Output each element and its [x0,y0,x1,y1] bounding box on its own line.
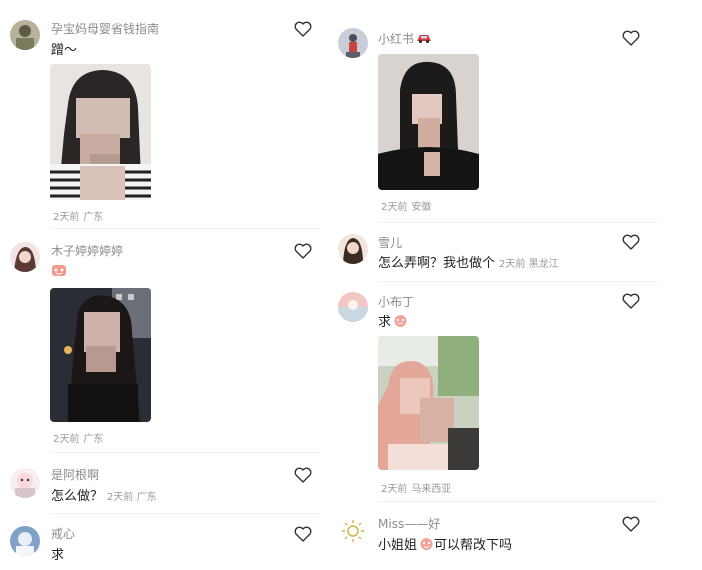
avatar[interactable] [338,234,368,264]
comment-divider [378,222,658,223]
comment-time: 2天前 [53,212,80,223]
comment-meta: 2天前 广东 [107,492,157,503]
right-comment-column: 小红书 2天前 安徽 雪儿 怎么弄啊？我也做个 2天前 黑龙江 小布丁 求 2天… [331,0,702,570]
comment-text: 怎么做？ [51,489,104,504]
avatar[interactable] [10,20,40,50]
avatar[interactable] [338,292,368,322]
comment-item: 戒心 求 [0,520,330,570]
heart-outline-icon[interactable] [294,526,312,542]
heart-outline-icon[interactable] [622,30,640,46]
left-comment-column: 孕宝妈母婴省钱指南 蹭～ 2天前 广东 木子婷婷婷婷 2天前 广东 是阿根啊 怎… [0,0,330,570]
avatar[interactable] [10,242,40,272]
comment-time: 2天前 [381,484,408,495]
avatar[interactable] [10,468,40,498]
comment-meta: 2天前 广东 [53,208,103,223]
comment-username[interactable]: 是阿根啊 [51,466,99,483]
comment-time: 2天前 [53,434,80,445]
comment-divider [50,452,320,453]
heart-outline-icon[interactable] [294,21,312,37]
comment-location: 广东 [136,492,157,503]
comment-divider [50,228,320,229]
comment-text: 蹭～ [51,43,78,58]
comment-time: 2天前 [107,492,134,503]
comment-location: 马来西亚 [411,484,452,495]
comment-username[interactable]: 戒心 [51,525,75,542]
comment-meta: 2天前 黑龙江 [499,259,559,270]
heart-outline-icon[interactable] [622,234,640,250]
comment-item: 孕宝妈母婴省钱指南 蹭～ 2天前 广东 [0,0,330,225]
comment-photo[interactable] [50,64,151,200]
avatar[interactable] [338,516,368,546]
comment-item: Miss——好 小姐姐 可以帮改下吗 [331,510,702,570]
heart-outline-icon[interactable] [622,516,640,532]
heart-outline-icon[interactable] [294,243,312,259]
comment-username[interactable]: Miss——好 [378,515,440,532]
car-emoji-icon [416,32,432,47]
comment-text-row: 小姐姐 可以帮改下吗 [378,534,512,555]
comment-meta: 2天前 安徽 [381,198,431,213]
comment-photo[interactable] [50,288,151,422]
comment-text-row: 怎么弄啊？我也做个 2天前 黑龙江 [378,252,559,271]
comment-text-suffix: 可以帮改下吗 [434,538,513,553]
avatar[interactable] [338,28,368,58]
comment-text-row: 求 [378,311,408,332]
comment-time: 2天前 [499,259,526,270]
comment-username[interactable]: 小红书 [378,30,432,47]
comment-item: 小布丁 求 2天前 马来西亚 [331,288,702,498]
sticker-emoji-icon [51,262,67,281]
comment-item: 雪儿 怎么弄啊？我也做个 2天前 黑龙江 [331,230,702,280]
comment-divider [378,501,658,502]
comment-item: 是阿根啊 怎么做？ 2天前 广东 [0,462,330,512]
comment-meta: 2天前 广东 [53,430,103,445]
comment-location: 黑龙江 [528,259,559,270]
comment-photo[interactable] [378,54,479,190]
comment-username[interactable]: 木子婷婷婷婷 [51,242,123,259]
comment-location: 安徽 [411,202,432,213]
comment-text: 怎么弄啊？我也做个 [378,256,496,271]
comment-text: 求 [51,548,65,563]
blush-emoji-icon [419,537,434,555]
comment-text: 小姐姐 [378,538,418,553]
comment-meta: 2天前 马来西亚 [381,480,451,495]
comment-location: 广东 [83,212,104,223]
crying-emoji-icon [393,314,408,332]
heart-outline-icon[interactable] [622,293,640,309]
comment-location: 广东 [83,434,104,445]
comment-divider [378,281,658,282]
comment-text-row: 怎么做？ 2天前 广东 [51,485,157,504]
comment-photo[interactable] [378,336,479,470]
comment-text: 求 [378,315,392,330]
comment-username[interactable]: 孕宝妈母婴省钱指南 [51,20,159,37]
comment-time: 2天前 [381,202,408,213]
comment-divider [50,513,320,514]
comment-username[interactable]: 雪儿 [378,234,402,251]
comment-item: 木子婷婷婷婷 2天前 广东 [0,238,330,448]
avatar[interactable] [10,526,40,556]
comment-item: 小红书 2天前 安徽 [331,0,702,222]
heart-outline-icon[interactable] [294,467,312,483]
comment-username[interactable]: 小布丁 [378,293,414,310]
